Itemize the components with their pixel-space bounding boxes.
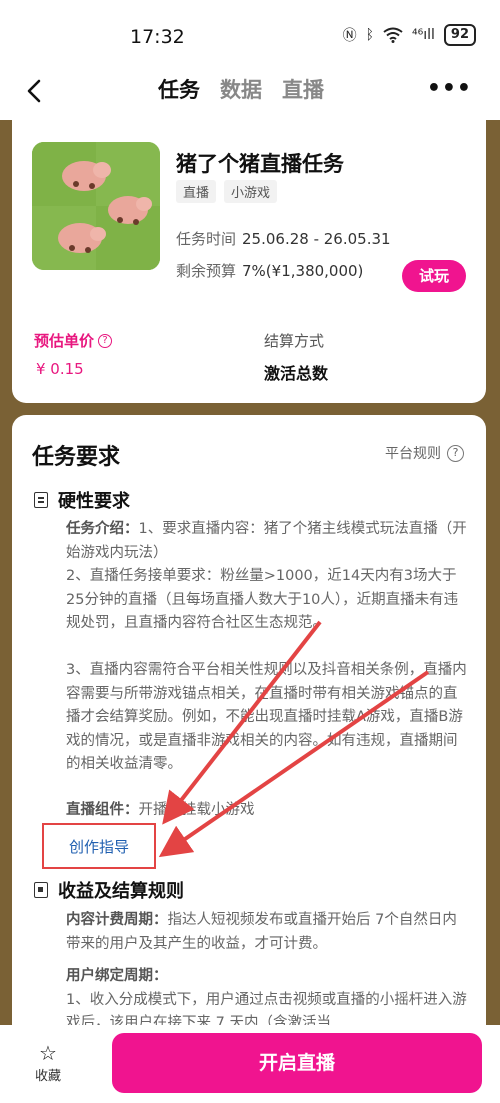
- try-button[interactable]: 试玩: [402, 260, 466, 292]
- revenue-rules-title: 收益及结算规则: [58, 881, 184, 902]
- task-intro: 任务介绍：1、要求直播内容：猪了个猪主线模式玩法直播（开始游戏内玩法）: [66, 518, 470, 565]
- favorite-button[interactable]: ☆ 收藏: [30, 1043, 66, 1084]
- task-budget-label: 剩余预算: [176, 262, 237, 280]
- task-period-value: 25.06.28 - 26.05.31: [242, 230, 391, 248]
- pig-game-image: [32, 142, 160, 270]
- tag-live: 直播: [176, 180, 217, 203]
- more-icon[interactable]: •••: [427, 78, 472, 100]
- task-tags: 直播 小游戏: [176, 180, 278, 203]
- creation-guide-label: 创作指导: [68, 837, 129, 856]
- requirements-title: 任务要求: [32, 445, 121, 470]
- requirements-card: 任务要求 平台规则 ? 硬性要求 任务介绍：1、要求直播内容：猪了个猪主线模式玩…: [12, 415, 486, 1030]
- live-component: 直播组件：开播时挂载小游戏: [66, 799, 470, 823]
- hard-requirements-heading: 硬性要求: [34, 487, 130, 513]
- settle-value: 激活总数: [264, 364, 329, 383]
- document-icon: [34, 492, 48, 508]
- task-period: 任务时间 25.06.28 - 26.05.31: [176, 228, 391, 249]
- price-label: 预估单价: [34, 332, 95, 350]
- task-budget-value: 7%(¥1,380,000): [242, 262, 364, 280]
- content-billing-period: 内容计费周期：指达人短视频发布或直播开始后 7个自然日内 带来的用户及其产生的收…: [66, 909, 470, 956]
- nfc-icon: Ⓝ: [342, 28, 357, 44]
- tab-data[interactable]: 数据: [220, 74, 262, 104]
- live-component-key: 直播组件：: [66, 802, 139, 818]
- user-bind-period: 用户绑定周期： 1、收入分成模式下，用户通过点击视频或直播的小摇杆进入游戏后，该…: [66, 965, 470, 1030]
- task-period-label: 任务时间: [176, 230, 237, 248]
- requirement-item-2: 2、直播任务接单要求：粉丝量>1000，近14天内有3场大于25分钟的直播（且每…: [66, 568, 459, 631]
- help-icon[interactable]: ?: [98, 333, 113, 348]
- platform-rules-link[interactable]: 平台规则 ?: [385, 443, 464, 463]
- task-title: 猪了个猪直播任务: [176, 152, 344, 176]
- platform-rules-label: 平台规则: [385, 446, 441, 462]
- live-component-text: 开播时挂载小游戏: [138, 802, 255, 818]
- settlement-icon: [34, 882, 48, 898]
- price-label-row: 预估单价 ?: [34, 330, 113, 351]
- price-value: ¥ 0.15: [36, 360, 84, 378]
- favorite-label: 收藏: [34, 1069, 61, 1084]
- task-budget: 剩余预算 7%(¥1,380,000): [176, 260, 363, 281]
- back-icon[interactable]: [20, 76, 50, 106]
- battery-icon: 92: [443, 24, 476, 46]
- creation-guide-link[interactable]: 创作指导: [42, 823, 156, 869]
- tab-live[interactable]: 直播: [282, 74, 324, 104]
- nav-tabs: 任务 数据 直播: [158, 74, 324, 104]
- wifi-icon: [383, 27, 403, 43]
- bottom-bar: ☆ 收藏 开启直播: [0, 1025, 500, 1103]
- bind-period-key: 用户绑定周期：: [66, 968, 168, 984]
- bluetooth-icon: ᛒ: [365, 27, 374, 43]
- status-time: 17:32: [130, 26, 185, 48]
- tab-task[interactable]: 任务: [158, 74, 200, 104]
- status-icons: Ⓝ ᛒ ⁴⁶ıll 92: [343, 24, 476, 46]
- hard-requirements-title: 硬性要求: [58, 491, 130, 512]
- game-thumbnail[interactable]: [32, 142, 160, 270]
- bind-period-text: 1、收入分成模式下，用户通过点击视频或直播的小摇杆进入游戏后，该用户在接下来 7…: [66, 991, 467, 1031]
- task-intro-key: 任务介绍：: [66, 521, 139, 537]
- start-live-button[interactable]: 开启直播: [112, 1033, 482, 1093]
- status-bar: 17:32 Ⓝ ᛒ ⁴⁶ıll 92: [0, 0, 500, 62]
- signal-icon: ⁴⁶ıll: [412, 27, 435, 43]
- tag-minigame: 小游戏: [224, 180, 278, 203]
- star-icon: ☆: [39, 1041, 57, 1065]
- nav-bar: 任务 数据 直播 •••: [0, 62, 500, 120]
- revenue-rules-heading: 收益及结算规则: [34, 877, 184, 903]
- question-icon: ?: [447, 444, 464, 462]
- requirement-item-3: 3、直播内容需符合平台相关性规则以及抖音相关条例，直播内容需要与所带游戏锚点相关…: [66, 662, 467, 772]
- settle-label: 结算方式: [264, 332, 325, 350]
- billing-period-key: 内容计费周期：: [66, 912, 168, 928]
- task-card: 猪了个猪直播任务 直播 小游戏 任务时间 25.06.28 - 26.05.31 …: [12, 120, 486, 403]
